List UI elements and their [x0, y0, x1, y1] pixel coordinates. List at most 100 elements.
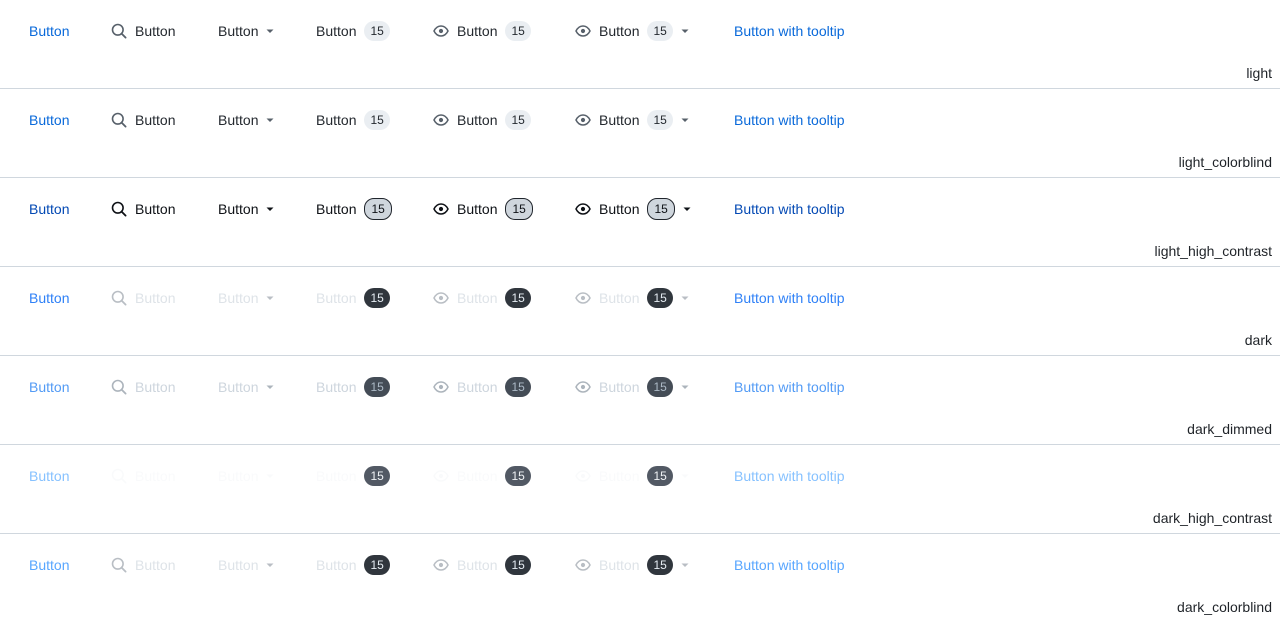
- eye-icon: [575, 468, 591, 484]
- search-button[interactable]: Button: [111, 0, 175, 62]
- invisible-button[interactable]: Button: [29, 89, 69, 151]
- counter-button[interactable]: Button 15: [316, 445, 390, 507]
- button-label: Button: [457, 379, 498, 395]
- theme-row-light_colorblind: Button Button Button Button 15 Button 15: [0, 89, 1280, 178]
- tooltip-button[interactable]: Button with tooltip: [734, 178, 845, 240]
- theme-row-dark_high_contrast: Button Button Button Button 15 Button 15: [0, 445, 1280, 534]
- dropdown-button[interactable]: Button: [218, 89, 278, 151]
- button-label: Button: [135, 290, 176, 306]
- search-button[interactable]: Button: [111, 534, 175, 596]
- eye-counter-dropdown-button[interactable]: Button 15: [575, 0, 693, 62]
- triangle-down-icon: [262, 290, 278, 306]
- triangle-down-icon: [679, 201, 695, 217]
- counter-badge: 15: [505, 466, 531, 486]
- theme-rows: Button Button Button Button 15 Button 15: [0, 0, 1280, 622]
- counter-badge: 15: [364, 555, 390, 575]
- search-icon: [111, 201, 127, 217]
- search-button[interactable]: Button: [111, 178, 175, 240]
- eye-counter-button[interactable]: Button 15: [433, 267, 531, 329]
- invisible-button[interactable]: Button: [29, 0, 69, 62]
- eye-counter-dropdown-button[interactable]: Button 15: [575, 534, 693, 596]
- button-label: Button: [457, 112, 498, 128]
- invisible-button[interactable]: Button: [29, 445, 69, 507]
- search-icon: [111, 557, 127, 573]
- button-group: Button Button Button Button 15 Button 15: [0, 534, 1280, 596]
- dropdown-button[interactable]: Button: [218, 0, 278, 62]
- counter-button[interactable]: Button 15: [316, 356, 390, 418]
- eye-counter-button[interactable]: Button 15: [433, 178, 533, 240]
- triangle-down-icon: [677, 290, 693, 306]
- button-label: Button: [316, 23, 357, 39]
- tooltip-button[interactable]: Button with tooltip: [734, 89, 845, 151]
- eye-counter-dropdown-button[interactable]: Button 15: [575, 178, 695, 240]
- button-label: Button: [135, 23, 176, 39]
- invisible-button[interactable]: Button: [29, 356, 69, 418]
- eye-counter-button[interactable]: Button 15: [433, 89, 531, 151]
- button-label: Button: [599, 23, 640, 39]
- button-group: Button Button Button Button 15 Button 15: [0, 356, 1280, 418]
- eye-counter-button[interactable]: Button 15: [433, 534, 531, 596]
- triangle-down-icon: [262, 23, 278, 39]
- eye-counter-button[interactable]: Button 15: [433, 445, 531, 507]
- eye-counter-dropdown-button[interactable]: Button 15: [575, 356, 693, 418]
- button-label: Button: [135, 379, 176, 395]
- search-icon: [111, 290, 127, 306]
- invisible-button[interactable]: Button: [29, 267, 69, 329]
- button-label: Button: [457, 201, 498, 217]
- button-label: Button: [218, 112, 259, 128]
- button-label: Button: [599, 290, 640, 306]
- triangle-down-icon: [262, 112, 278, 128]
- eye-icon: [433, 290, 449, 306]
- search-button[interactable]: Button: [111, 445, 175, 507]
- triangle-down-icon: [262, 557, 278, 573]
- eye-counter-dropdown-button[interactable]: Button 15: [575, 89, 693, 151]
- counter-button[interactable]: Button 15: [316, 267, 390, 329]
- counter-badge: 15: [647, 555, 673, 575]
- triangle-down-icon: [677, 112, 693, 128]
- button-label: Button with tooltip: [734, 201, 845, 217]
- tooltip-button[interactable]: Button with tooltip: [734, 0, 845, 62]
- button-label: Button: [218, 557, 259, 573]
- search-button[interactable]: Button: [111, 267, 175, 329]
- tooltip-button[interactable]: Button with tooltip: [734, 445, 845, 507]
- counter-button[interactable]: Button 15: [316, 89, 390, 151]
- invisible-button[interactable]: Button: [29, 534, 69, 596]
- counter-badge: 15: [505, 110, 531, 130]
- search-button[interactable]: Button: [111, 89, 175, 151]
- button-label: Button with tooltip: [734, 557, 845, 573]
- button-label: Button: [316, 290, 357, 306]
- button-label: Button: [218, 23, 259, 39]
- tooltip-button[interactable]: Button with tooltip: [734, 356, 845, 418]
- search-button[interactable]: Button: [111, 356, 175, 418]
- button-label: Button: [457, 23, 498, 39]
- button-group: Button Button Button Button 15 Button 15: [0, 89, 1280, 151]
- button-group: Button Button Button Button 15 Button 15: [0, 267, 1280, 329]
- dropdown-button[interactable]: Button: [218, 356, 278, 418]
- button-label: Button with tooltip: [734, 468, 845, 484]
- counter-button[interactable]: Button 15: [316, 178, 392, 240]
- button-label: Button: [316, 379, 357, 395]
- theme-name-label: light_colorblind: [1178, 154, 1272, 170]
- eye-icon: [433, 112, 449, 128]
- dropdown-button[interactable]: Button: [218, 178, 278, 240]
- eye-counter-dropdown-button[interactable]: Button 15: [575, 267, 693, 329]
- dropdown-button[interactable]: Button: [218, 445, 278, 507]
- triangle-down-icon: [677, 23, 693, 39]
- tooltip-button[interactable]: Button with tooltip: [734, 534, 845, 596]
- eye-icon: [433, 468, 449, 484]
- button-label: Button: [599, 468, 640, 484]
- counter-badge: 15: [647, 466, 673, 486]
- eye-icon: [575, 23, 591, 39]
- eye-icon: [433, 23, 449, 39]
- button-label: Button: [135, 201, 176, 217]
- dropdown-button[interactable]: Button: [218, 267, 278, 329]
- eye-counter-button[interactable]: Button 15: [433, 356, 531, 418]
- eye-counter-dropdown-button[interactable]: Button 15: [575, 445, 693, 507]
- dropdown-button[interactable]: Button: [218, 534, 278, 596]
- eye-counter-button[interactable]: Button 15: [433, 0, 531, 62]
- tooltip-button[interactable]: Button with tooltip: [734, 267, 845, 329]
- counter-button[interactable]: Button 15: [316, 0, 390, 62]
- counter-button[interactable]: Button 15: [316, 534, 390, 596]
- invisible-button[interactable]: Button: [29, 178, 69, 240]
- button-label: Button: [29, 557, 70, 573]
